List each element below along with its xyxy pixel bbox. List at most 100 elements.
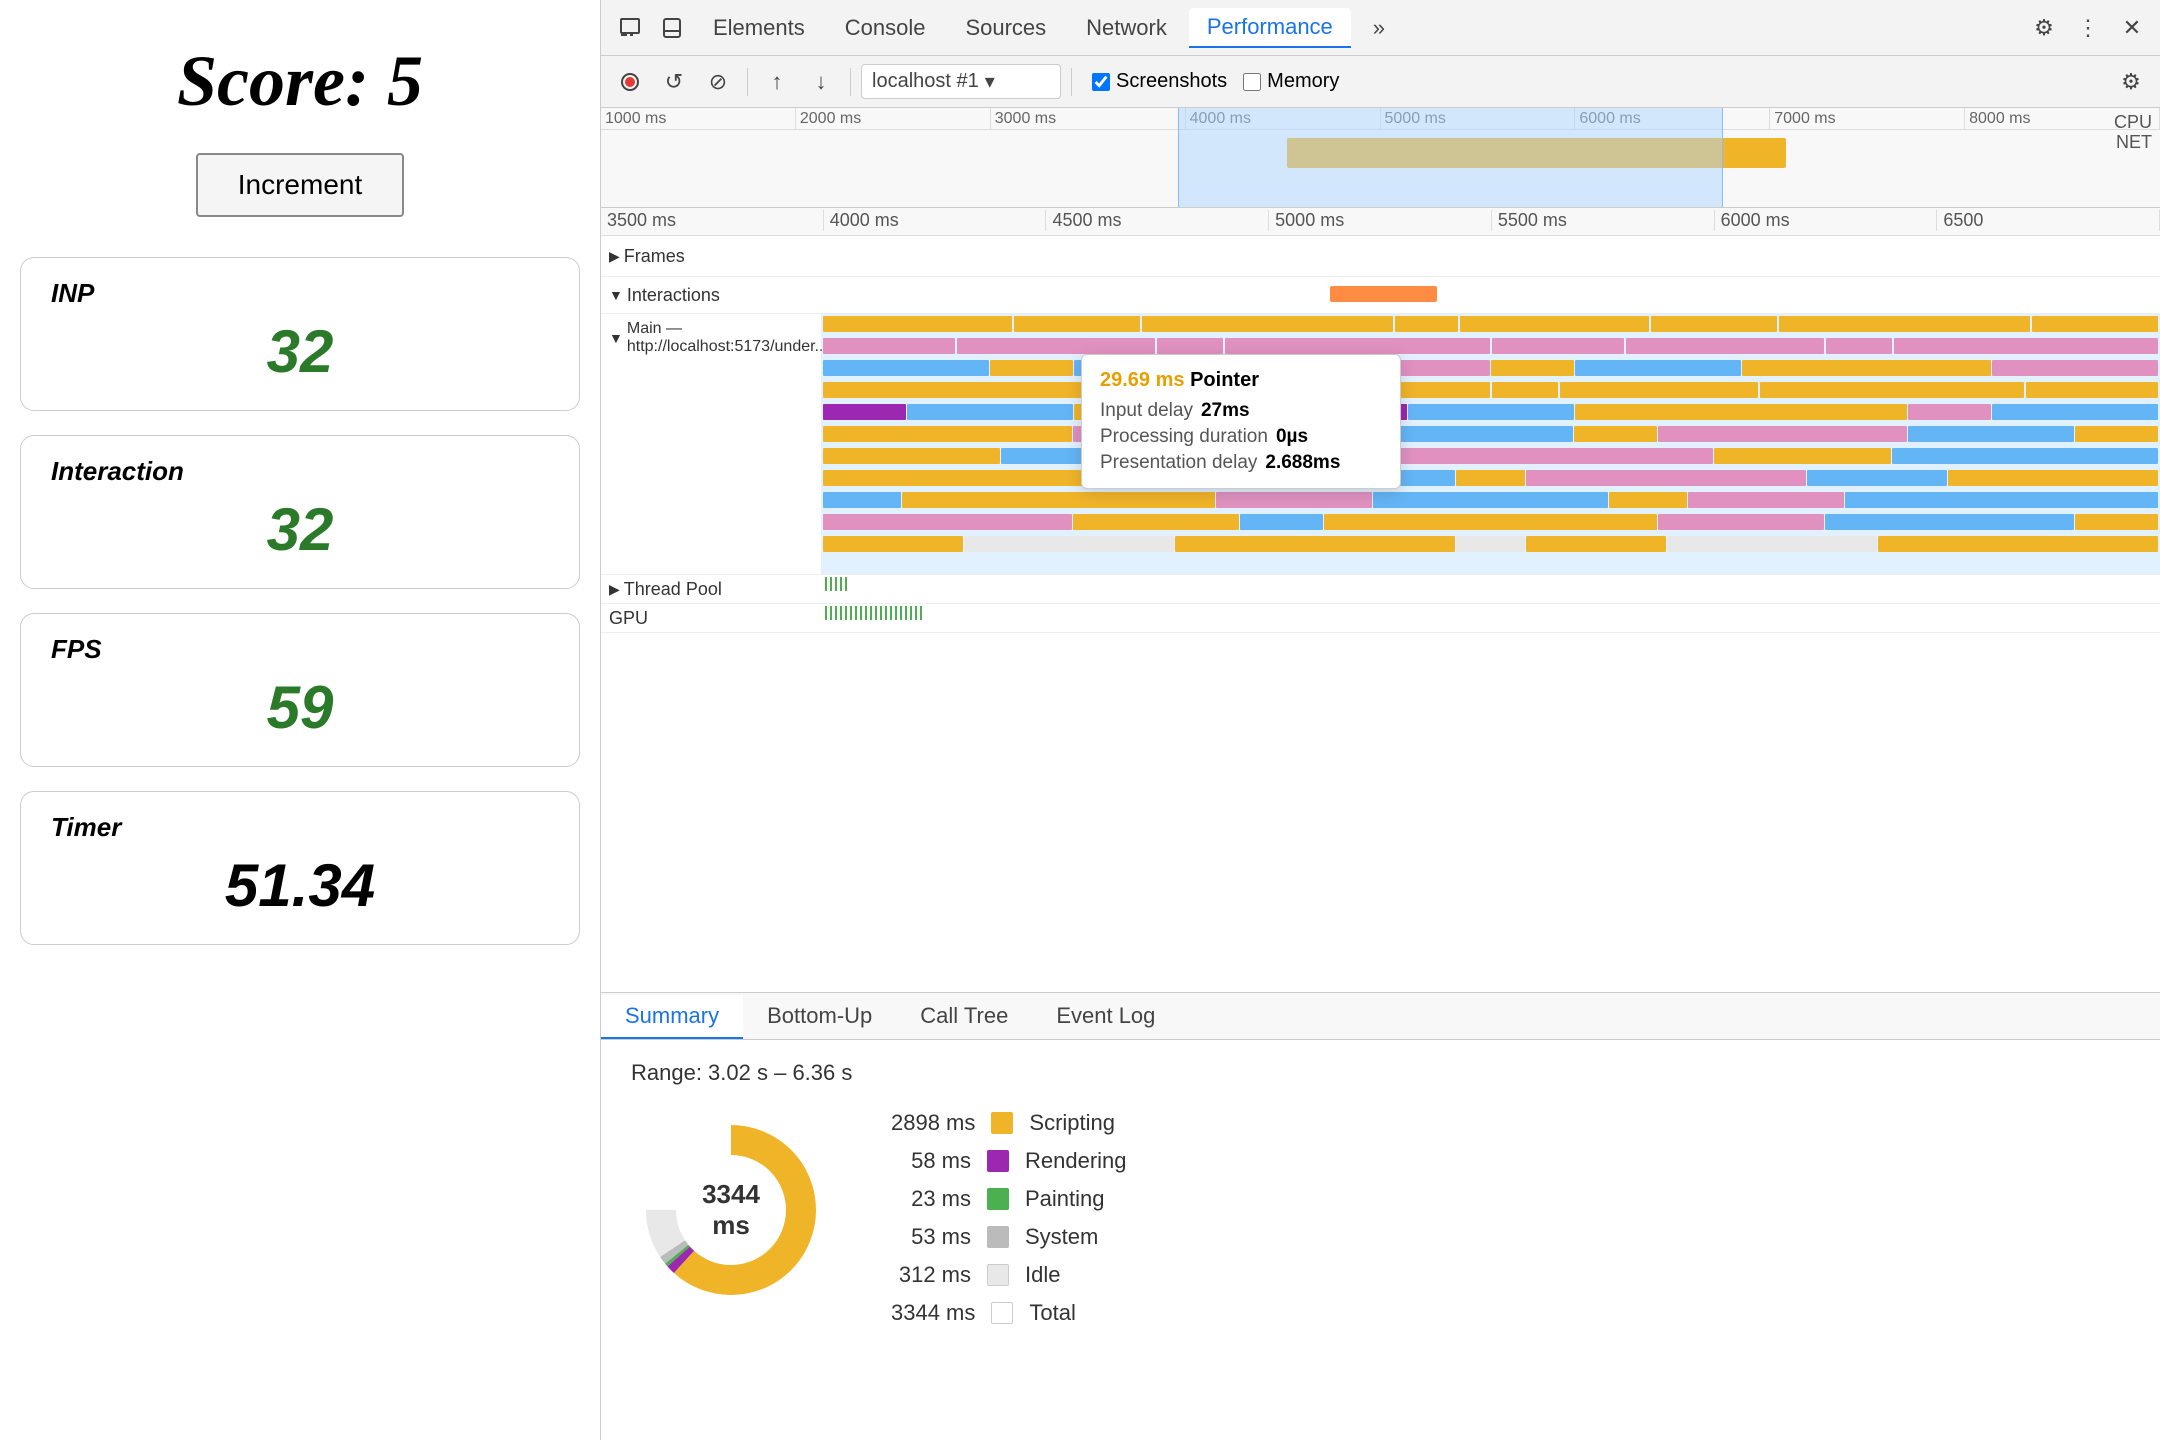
legend-scripting-ms: 2898 ms — [891, 1110, 975, 1136]
device-icon[interactable] — [653, 9, 691, 47]
tab-sources[interactable]: Sources — [947, 9, 1064, 47]
timer-card: Timer 51.34 — [20, 791, 580, 945]
tick-7: 7000 ms — [1770, 108, 1965, 129]
left-panel: Score: 5 Increment INP 32 Interaction 32… — [0, 0, 600, 1440]
interactions-track: ▼ Interactions — [601, 277, 2160, 314]
capture-settings-icon[interactable]: ⚙ — [2112, 63, 2150, 101]
r2-tick-4: 5000 ms — [1269, 210, 1492, 231]
target-selector[interactable]: localhost #1 ▾ — [861, 64, 1061, 99]
gpu-line-11 — [875, 606, 877, 620]
legend-rendering-color — [987, 1150, 1009, 1172]
tooltip-processing: Processing duration 0µs — [1100, 426, 1382, 448]
download-button[interactable]: ↓ — [802, 63, 840, 101]
main-row-2 — [821, 336, 2160, 356]
gpu-line-16 — [900, 606, 902, 620]
memory-checkbox[interactable] — [1243, 73, 1261, 91]
tooltip-processing-label: Processing duration — [1100, 426, 1268, 448]
more-options-icon[interactable]: ⋮ — [2070, 10, 2106, 46]
tp-line-5 — [845, 577, 847, 591]
main-row-7 — [821, 446, 2160, 466]
legend-system: 53 ms System — [891, 1224, 1127, 1250]
frames-label: ▶ Frames — [601, 246, 821, 267]
legend-idle-ms: 312 ms — [891, 1262, 971, 1288]
interactions-label: ▼ Interactions — [601, 285, 821, 306]
overview-selection — [1178, 108, 1724, 207]
memory-group: Memory — [1243, 70, 1339, 93]
gpu-line-10 — [870, 606, 872, 620]
tooltip-type: Pointer — [1190, 369, 1259, 391]
increment-button[interactable]: Increment — [196, 153, 405, 217]
thread-pool-chevron[interactable]: ▶ — [609, 581, 620, 598]
legend-total-color — [991, 1302, 1013, 1324]
frames-chevron[interactable]: ▶ — [609, 248, 620, 265]
r2-tick-3: 4500 ms — [1046, 210, 1269, 231]
main-row-3 — [821, 358, 2160, 378]
gpu-line-17 — [905, 606, 907, 620]
tab-elements[interactable]: Elements — [695, 9, 823, 47]
legend-rendering: 58 ms Rendering — [891, 1148, 1127, 1174]
gpu-line-13 — [885, 606, 887, 620]
tooltip-input-delay: Input delay 27ms — [1100, 400, 1382, 422]
screenshots-group: Screenshots — [1092, 70, 1227, 93]
record-button[interactable] — [611, 63, 649, 101]
interactions-chevron[interactable]: ▼ — [609, 287, 623, 303]
tab-call-tree[interactable]: Call Tree — [896, 995, 1032, 1039]
fps-label: FPS — [51, 634, 549, 665]
legend-system-color — [987, 1226, 1009, 1248]
tp-line-1 — [825, 577, 827, 591]
gpu-lines — [821, 604, 2160, 622]
main-track: ▼ Main — http://localhost:5173/under... — [601, 314, 2160, 575]
thread-pool-text: Thread Pool — [624, 579, 722, 600]
legend-painting-label: Painting — [1025, 1186, 1105, 1212]
upload-button[interactable]: ↑ — [758, 63, 796, 101]
score-label: Score: — [177, 41, 369, 121]
timeline-main[interactable]: 3500 ms 4000 ms 4500 ms 5000 ms 5500 ms … — [601, 208, 2160, 992]
gpu-line-9 — [865, 606, 867, 620]
gpu-content — [821, 604, 2160, 632]
thread-pool-lines — [821, 575, 2160, 593]
gpu-line-5 — [845, 606, 847, 620]
main-chevron[interactable]: ▼ — [609, 330, 623, 346]
tab-event-log[interactable]: Event Log — [1032, 995, 1179, 1039]
legend-total: 3344 ms Total — [891, 1300, 1127, 1326]
timeline-overview[interactable]: 1000 ms 2000 ms 3000 ms 4000 ms 5000 ms … — [601, 108, 2160, 208]
memory-label: Memory — [1267, 70, 1339, 93]
tp-line-3 — [835, 577, 837, 591]
tab-performance[interactable]: Performance — [1189, 8, 1351, 48]
reload-record-button[interactable]: ↺ — [655, 63, 693, 101]
settings-icon[interactable]: ⚙ — [2026, 10, 2062, 46]
tp-line-2 — [830, 577, 832, 591]
interaction-label: Interaction — [51, 456, 549, 487]
tab-more[interactable]: » — [1355, 9, 1403, 47]
tab-summary[interactable]: Summary — [601, 995, 743, 1039]
gpu-line-12 — [880, 606, 882, 620]
tab-network[interactable]: Network — [1068, 9, 1185, 47]
interaction-event-bar — [1330, 286, 1437, 302]
tooltip-ms: 29.69 ms — [1100, 369, 1185, 391]
gpu-line-18 — [910, 606, 912, 620]
tab-bottom-up[interactable]: Bottom-Up — [743, 995, 896, 1039]
clear-button[interactable]: ⊘ — [699, 63, 737, 101]
legend-idle: 312 ms Idle — [891, 1262, 1127, 1288]
close-icon[interactable]: ✕ — [2114, 10, 2150, 46]
gpu-line-4 — [840, 606, 842, 620]
gpu-line-8 — [860, 606, 862, 620]
tab-console[interactable]: Console — [827, 9, 944, 47]
tick-1: 1000 ms — [601, 108, 796, 129]
legend-painting: 23 ms Painting — [891, 1186, 1127, 1212]
ruler-detail: 3500 ms 4000 ms 4500 ms 5000 ms 5500 ms … — [601, 208, 2160, 236]
gpu-line-20 — [920, 606, 922, 620]
gpu-line-1 — [825, 606, 827, 620]
main-row-5 — [821, 402, 2160, 422]
donut-chart: 3344 ms — [631, 1110, 831, 1310]
inspect-icon[interactable] — [611, 9, 649, 47]
screenshots-checkbox[interactable] — [1092, 73, 1110, 91]
fps-value: 59 — [51, 673, 549, 742]
frames-content: // Generate frame segments inline — [821, 236, 2160, 276]
legend-rendering-label: Rendering — [1025, 1148, 1127, 1174]
score-display: Score: 5 — [177, 40, 423, 123]
legend-system-label: System — [1025, 1224, 1098, 1250]
separator-2 — [850, 68, 851, 96]
gpu-track: GPU — [601, 604, 2160, 633]
url-label: localhost #1 — [872, 70, 979, 93]
